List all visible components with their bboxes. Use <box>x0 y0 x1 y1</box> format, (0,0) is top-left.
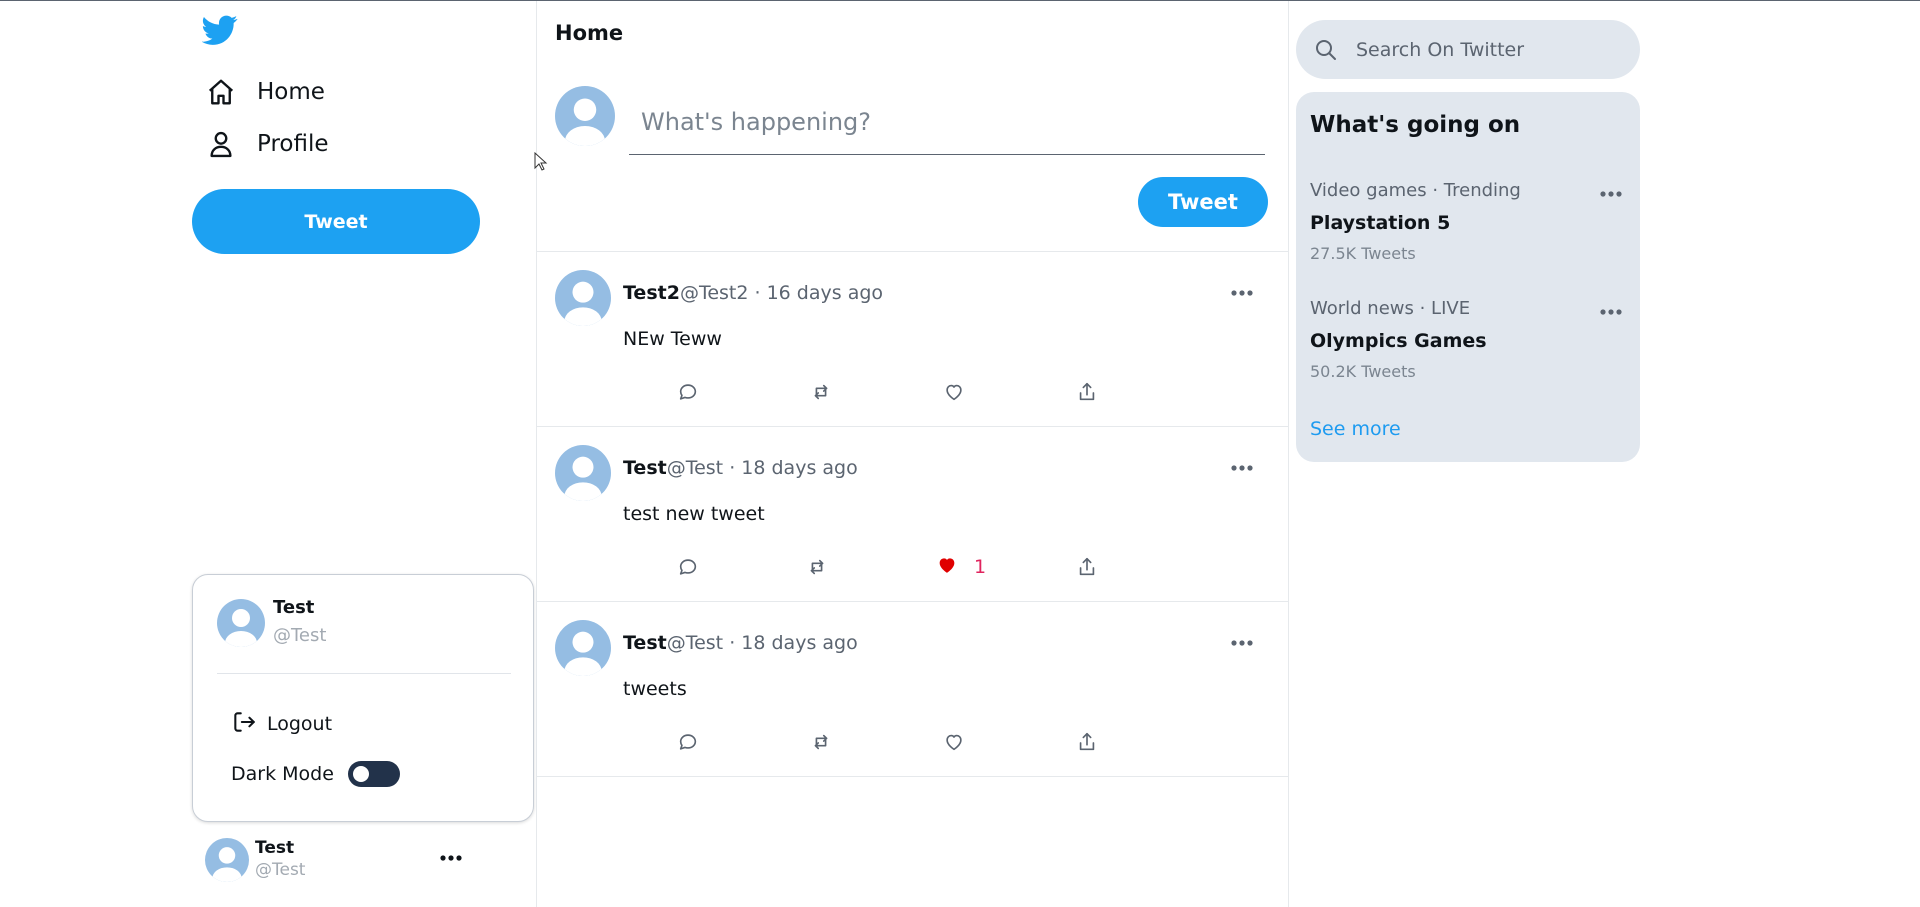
trend-category: World news · LIVE <box>1310 298 1471 319</box>
more-options-icon[interactable] <box>1596 182 1626 206</box>
search-input[interactable] <box>1354 30 1628 70</box>
tweet-item[interactable]: Test@Test · 18 days ago test new tweet 1 <box>537 427 1288 601</box>
trend-tweet-count: 27.5K Tweets <box>1310 244 1416 263</box>
page-title: Home <box>555 21 624 45</box>
trend-topic: Olympics Games <box>1310 330 1487 352</box>
tweet-author-name[interactable]: Test2 <box>623 282 680 304</box>
account-name: Test <box>255 838 295 858</box>
nav-home[interactable]: Home <box>205 72 325 112</box>
account-switcher[interactable]: Test @Test <box>205 836 465 884</box>
tweet-author-name[interactable]: Test <box>623 457 667 479</box>
tweet-author-name[interactable]: Test <box>623 632 667 654</box>
main-timeline: Home Tweet Test2@Test2 · 16 days ago NEw… <box>536 1 1289 907</box>
separator-dot: · <box>729 457 736 479</box>
compose-tweet-button[interactable]: Tweet <box>1138 177 1268 227</box>
separator-dot: · <box>729 632 736 654</box>
tweet-item[interactable]: Test2@Test2 · 16 days ago NEw Teww <box>537 252 1288 426</box>
avatar <box>555 445 611 501</box>
logout-label: Logout <box>267 713 333 735</box>
nav-profile[interactable]: Profile <box>205 124 329 164</box>
logout-icon <box>231 709 257 739</box>
see-more-link[interactable]: See more <box>1310 418 1401 440</box>
nav-home-label: Home <box>257 79 325 105</box>
reply-icon[interactable] <box>677 555 699 579</box>
dark-mode-label: Dark Mode <box>231 763 334 785</box>
account-handle: @Test <box>255 860 306 880</box>
tweet-timestamp: 18 days ago <box>741 632 858 654</box>
dark-mode-row: Dark Mode <box>231 761 400 787</box>
retweet-icon[interactable] <box>806 555 828 579</box>
tweet-author-handle: @Test <box>666 457 724 479</box>
share-icon[interactable] <box>1076 730 1098 754</box>
more-options-icon[interactable] <box>437 844 465 872</box>
avatar <box>555 270 611 326</box>
avatar <box>205 838 249 882</box>
logout-button[interactable]: Logout <box>231 709 332 739</box>
more-options-icon[interactable] <box>1596 300 1626 324</box>
avatar <box>555 86 615 146</box>
tweet-header: Test@Test · 18 days ago <box>623 457 858 479</box>
tweet-timestamp: 16 days ago <box>766 282 884 304</box>
trend-category: Video games · Trending <box>1310 180 1521 201</box>
mouse-cursor-icon <box>534 151 548 172</box>
trends-title: What's going on <box>1310 112 1521 138</box>
toggle-knob <box>352 766 369 782</box>
like-icon[interactable] <box>943 730 965 754</box>
account-popup: Test @Test Logout Dark Mode <box>192 574 534 822</box>
share-icon[interactable] <box>1076 380 1098 404</box>
retweet-icon[interactable] <box>810 730 832 754</box>
user-icon <box>205 128 237 160</box>
share-icon[interactable] <box>1076 555 1098 579</box>
divider <box>537 776 1288 777</box>
tweet-author-handle: @Test <box>666 632 724 654</box>
trend-item[interactable]: Video games · Trending Playstation 5 27.… <box>1296 180 1640 280</box>
popup-user-name: Test <box>273 597 315 618</box>
like-count: 1 <box>974 556 987 578</box>
popup-user-handle: @Test <box>273 625 327 646</box>
retweet-icon[interactable] <box>810 380 832 404</box>
trend-tweet-count: 50.2K Tweets <box>1310 362 1416 381</box>
trend-topic: Playstation 5 <box>1310 212 1451 234</box>
reply-icon[interactable] <box>677 730 699 754</box>
left-sidebar: Home Profile Tweet Test @Test Logout Dar… <box>0 0 536 907</box>
more-options-icon[interactable] <box>1225 453 1259 483</box>
tweet-author-handle: @Test2 <box>679 282 749 304</box>
tweet-text: test new tweet <box>623 503 765 525</box>
tweet-text: tweets <box>623 678 687 700</box>
like-icon[interactable] <box>943 380 965 404</box>
more-options-icon[interactable] <box>1225 628 1259 658</box>
tweet-text: NEw Teww <box>623 328 722 350</box>
nav-profile-label: Profile <box>257 131 329 157</box>
more-options-icon[interactable] <box>1225 278 1259 308</box>
home-icon <box>205 76 237 108</box>
twitter-logo-icon[interactable] <box>201 12 238 48</box>
tweet-item[interactable]: Test@Test · 18 days ago tweets <box>537 602 1288 776</box>
dark-mode-toggle[interactable] <box>347 761 400 787</box>
trends-panel: What's going on Video games · Trending P… <box>1296 92 1640 462</box>
sidebar-tweet-button[interactable]: Tweet <box>192 189 480 254</box>
trend-item[interactable]: World news · LIVE Olympics Games 50.2K T… <box>1296 298 1640 398</box>
avatar <box>217 599 265 647</box>
like-button[interactable]: 1 <box>936 555 986 579</box>
search-icon <box>1314 38 1338 62</box>
avatar <box>555 620 611 676</box>
reply-icon[interactable] <box>677 380 699 404</box>
compose-input[interactable] <box>629 89 1265 155</box>
divider <box>217 673 511 674</box>
tweet-header: Test@Test · 18 days ago <box>623 632 858 654</box>
separator-dot: · <box>754 282 761 304</box>
tweet-header: Test2@Test2 · 16 days ago <box>623 282 883 304</box>
search-bar <box>1296 20 1640 79</box>
heart-filled-icon <box>936 554 958 580</box>
tweet-timestamp: 18 days ago <box>741 457 858 479</box>
